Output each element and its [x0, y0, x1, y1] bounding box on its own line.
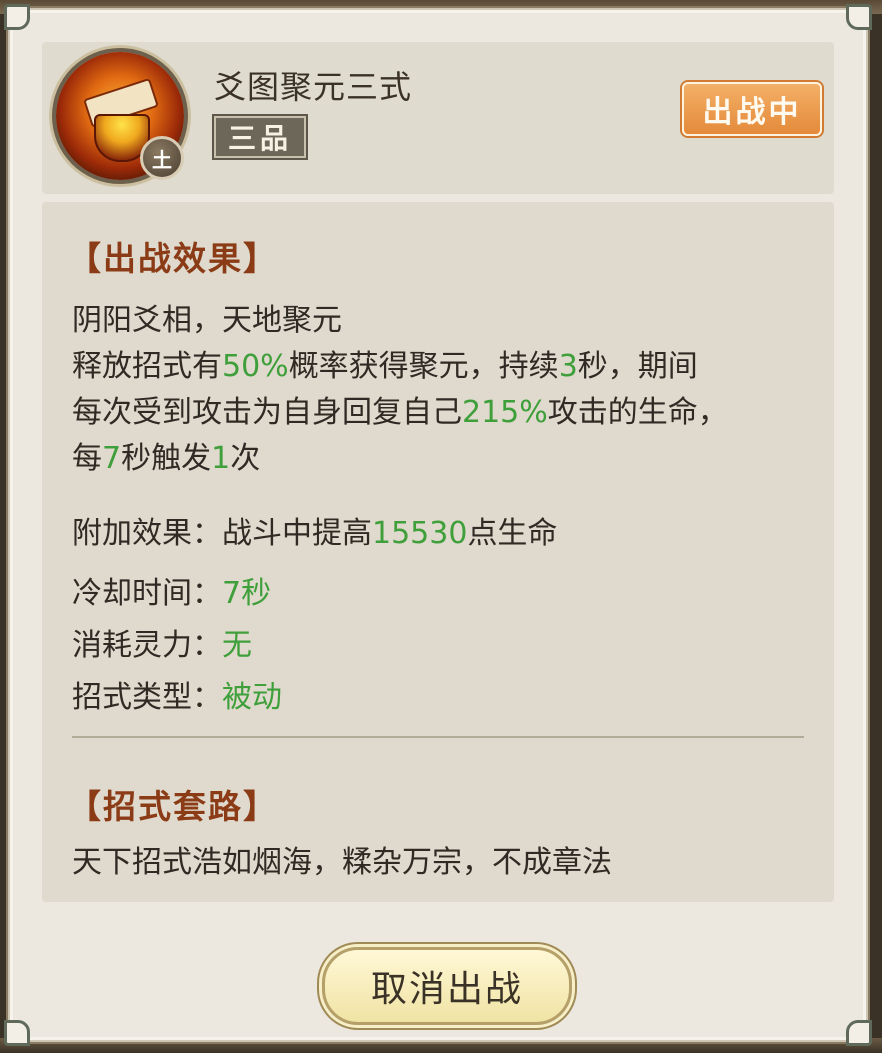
- cost-row: 消耗灵力：无: [72, 620, 252, 664]
- cooldown-value: 7秒: [222, 576, 272, 611]
- bonus-suffix: 点生命: [467, 516, 558, 551]
- effect-text: 每次受到攻击为自身回复自己: [72, 395, 462, 430]
- bonus-label: 附加效果：战斗中提高: [72, 516, 372, 551]
- type-label: 招式类型：: [72, 680, 222, 715]
- bonus-effect: 附加效果：战斗中提高15530点生命: [72, 508, 557, 552]
- cost-value: 无: [222, 628, 252, 663]
- effect-value: 215%: [462, 395, 548, 430]
- effect-value: 50%: [222, 349, 289, 384]
- cancel-battle-button[interactable]: 取消出战: [322, 947, 572, 1025]
- corner-ornament-icon: [4, 4, 30, 30]
- element-badge: 土: [140, 136, 184, 180]
- effect-text: 秒，期间: [577, 349, 698, 384]
- effect-value: 1: [211, 441, 231, 476]
- corner-ornament-icon: [846, 1020, 872, 1046]
- type-value: 被动: [222, 680, 282, 715]
- effect-line-2: 每次受到攻击为自身回复自己215%攻击的生命，: [72, 390, 728, 436]
- skill-header: 土 爻图聚元三式 三品 出战中: [42, 42, 834, 194]
- effect-text: 次: [230, 441, 261, 476]
- corner-ornament-icon: [4, 1020, 30, 1046]
- grade-badge: 三品: [214, 116, 306, 158]
- routine-text: 天下招式浩如烟海，糅杂万宗，不成章法: [72, 845, 612, 880]
- effect-value: 3: [558, 349, 578, 384]
- section-divider: [72, 736, 804, 738]
- bonus-value: 15530: [372, 516, 468, 551]
- effect-text: 释放招式有: [72, 349, 222, 384]
- effect-section-title: 【出战效果】: [68, 239, 278, 278]
- corner-ornament-icon: [846, 4, 872, 30]
- effect-text: 概率获得聚元，持续: [288, 349, 559, 384]
- effect-line-1: 释放招式有50%概率获得聚元，持续3秒，期间: [72, 344, 698, 390]
- effect-subtitle: 阴阳爻相，天地聚元: [72, 303, 342, 338]
- cooldown-label: 冷却时间：: [72, 576, 222, 611]
- status-badge: 出战中: [682, 82, 822, 136]
- skill-name: 爻图聚元三式: [214, 68, 413, 106]
- cost-label: 消耗灵力：: [72, 628, 222, 663]
- cooldown-row: 冷却时间：7秒: [72, 568, 271, 612]
- type-row: 招式类型：被动: [72, 672, 282, 716]
- effect-text: 攻击的生命，: [547, 395, 728, 430]
- effect-text: 秒触发: [121, 441, 212, 476]
- effect-value: 7: [102, 441, 122, 476]
- skill-content: 【出战效果】 阴阳爻相，天地聚元 释放招式有50%概率获得聚元，持续3秒，期间 …: [42, 202, 834, 902]
- effect-text: 每: [72, 441, 102, 476]
- routine-section-title: 【招式套路】: [68, 787, 278, 826]
- skill-detail-panel: 土 爻图聚元三式 三品 出战中 【出战效果】 阴阳爻相，天地聚元 释放招式有50…: [4, 4, 872, 1046]
- effect-line-3: 每7秒触发1次: [72, 436, 260, 482]
